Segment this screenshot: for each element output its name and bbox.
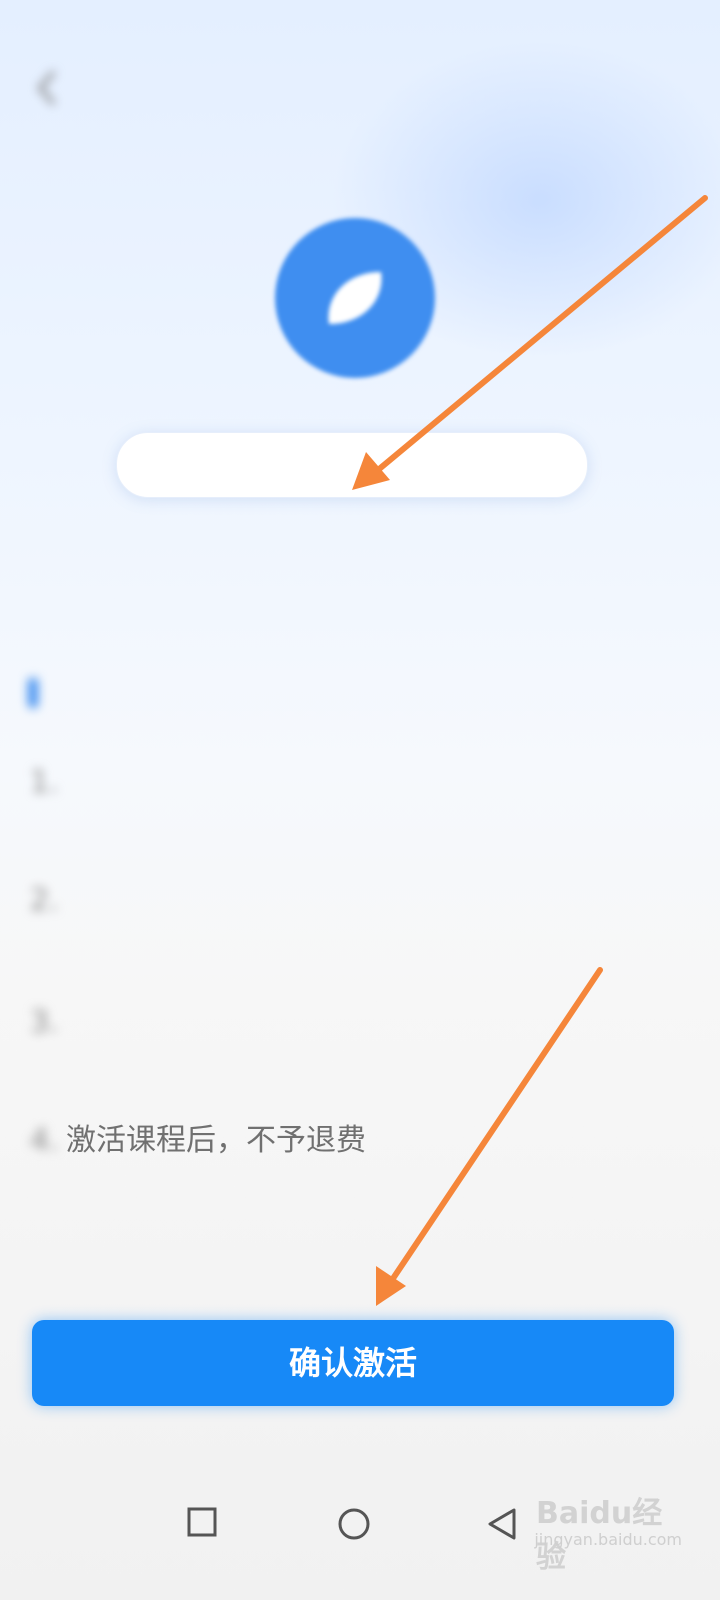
rule-text: 激活课程后，不予退费 xyxy=(66,1123,366,1158)
rule-number: 4. xyxy=(30,1123,59,1158)
leaf-icon xyxy=(328,272,382,324)
status-bar xyxy=(0,0,720,48)
rule-number: 3. xyxy=(30,1005,59,1040)
circle-icon xyxy=(338,1508,370,1540)
course-logo xyxy=(275,218,435,378)
nav-home-button[interactable] xyxy=(336,1506,372,1546)
back-button[interactable] xyxy=(34,68,58,118)
watermark-sub: jingyan.baidu.com xyxy=(534,1530,682,1549)
heading-accent-bar xyxy=(28,678,38,708)
app-header xyxy=(0,60,720,130)
rule-item-2: 2. xyxy=(30,878,680,970)
confirm-activation-button[interactable]: 确认激活 xyxy=(32,1320,674,1406)
nav-back-button[interactable] xyxy=(484,1506,520,1546)
rule-number: 2. xyxy=(30,883,59,918)
rule-number: 1. xyxy=(30,765,59,800)
triangle-back-icon xyxy=(488,1508,516,1540)
baidu-jingyan-watermark: Baidu经验 jingyan.baidu.com xyxy=(534,1488,686,1575)
rule-item-1: 1. xyxy=(30,760,680,852)
activation-code-input[interactable] xyxy=(116,432,588,498)
chevron-left-icon xyxy=(37,70,56,106)
rule-item-4: 4. 激活课程后，不予退费 xyxy=(30,1118,680,1164)
rule-item-3: 3. xyxy=(30,1000,680,1092)
nav-recent-button[interactable] xyxy=(186,1506,218,1542)
rules-heading xyxy=(28,664,528,724)
square-icon xyxy=(187,1507,217,1537)
